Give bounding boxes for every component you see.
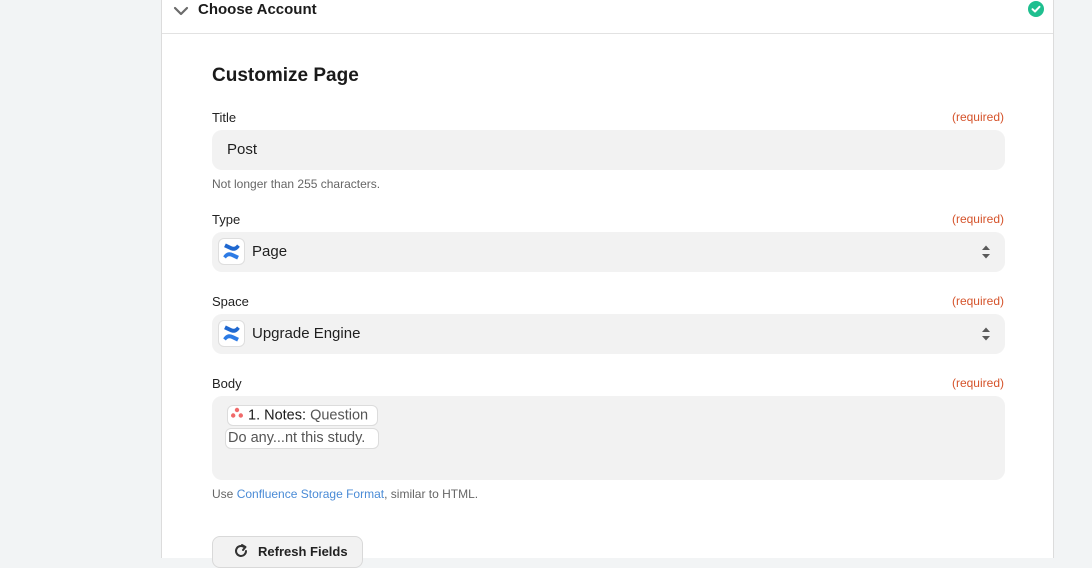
title-label: Title — [212, 110, 237, 125]
refresh-fields-label: Refresh Fields — [258, 544, 348, 559]
body-label: Body — [212, 376, 242, 391]
title-input-value: Post — [227, 141, 258, 158]
chevron-down-icon[interactable] — [172, 2, 190, 25]
type-select[interactable]: Page — [212, 232, 1005, 272]
title-input[interactable]: Post — [212, 130, 1005, 170]
asana-icon — [230, 406, 248, 425]
body-help-prefix: Use — [212, 487, 237, 501]
check-circle-icon — [1028, 1, 1044, 22]
section-header-title: Choose Account — [198, 1, 317, 18]
account-section-header[interactable]: Choose Account — [162, 0, 1053, 34]
confluence-icon — [218, 320, 245, 347]
refresh-fields-button[interactable]: Refresh Fields — [212, 536, 363, 568]
title-help-text: Not longer than 255 characters. — [212, 177, 381, 191]
confluence-icon — [218, 238, 245, 265]
body-help-text: Use Confluence Storage Format, similar t… — [212, 487, 478, 501]
confluence-storage-format-link[interactable]: Confluence Storage Format — [237, 487, 384, 501]
body-required-badge: (required) — [951, 376, 1004, 390]
mapped-field-token[interactable]: 1. Notes: Question — [227, 405, 378, 426]
space-select-value: Upgrade Engine — [252, 325, 361, 342]
space-label: Space — [212, 294, 249, 309]
page-title: Customize Page — [212, 65, 359, 86]
refresh-icon — [233, 543, 249, 564]
select-arrows-icon — [981, 326, 991, 347]
token-field-label: Question — [310, 407, 369, 424]
space-required-badge: (required) — [951, 294, 1004, 308]
token-value: Do any...nt this study. — [228, 430, 366, 446]
space-select[interactable]: Upgrade Engine — [212, 314, 1005, 354]
type-select-value: Page — [252, 243, 288, 260]
body-input[interactable]: 1. Notes: Question Do any...nt this stud… — [212, 396, 1005, 480]
type-label: Type — [212, 212, 241, 227]
step-panel: Choose Account Customize Page Title (req… — [161, 0, 1054, 568]
token-step-label: 1. Notes: — [248, 407, 307, 424]
mapped-field-token-value[interactable]: Do any...nt this study. — [225, 428, 379, 449]
body-help-suffix: , similar to HTML. — [384, 487, 479, 501]
select-arrows-icon — [981, 244, 991, 265]
type-required-badge: (required) — [951, 212, 1004, 226]
title-required-badge: (required) — [951, 110, 1004, 124]
